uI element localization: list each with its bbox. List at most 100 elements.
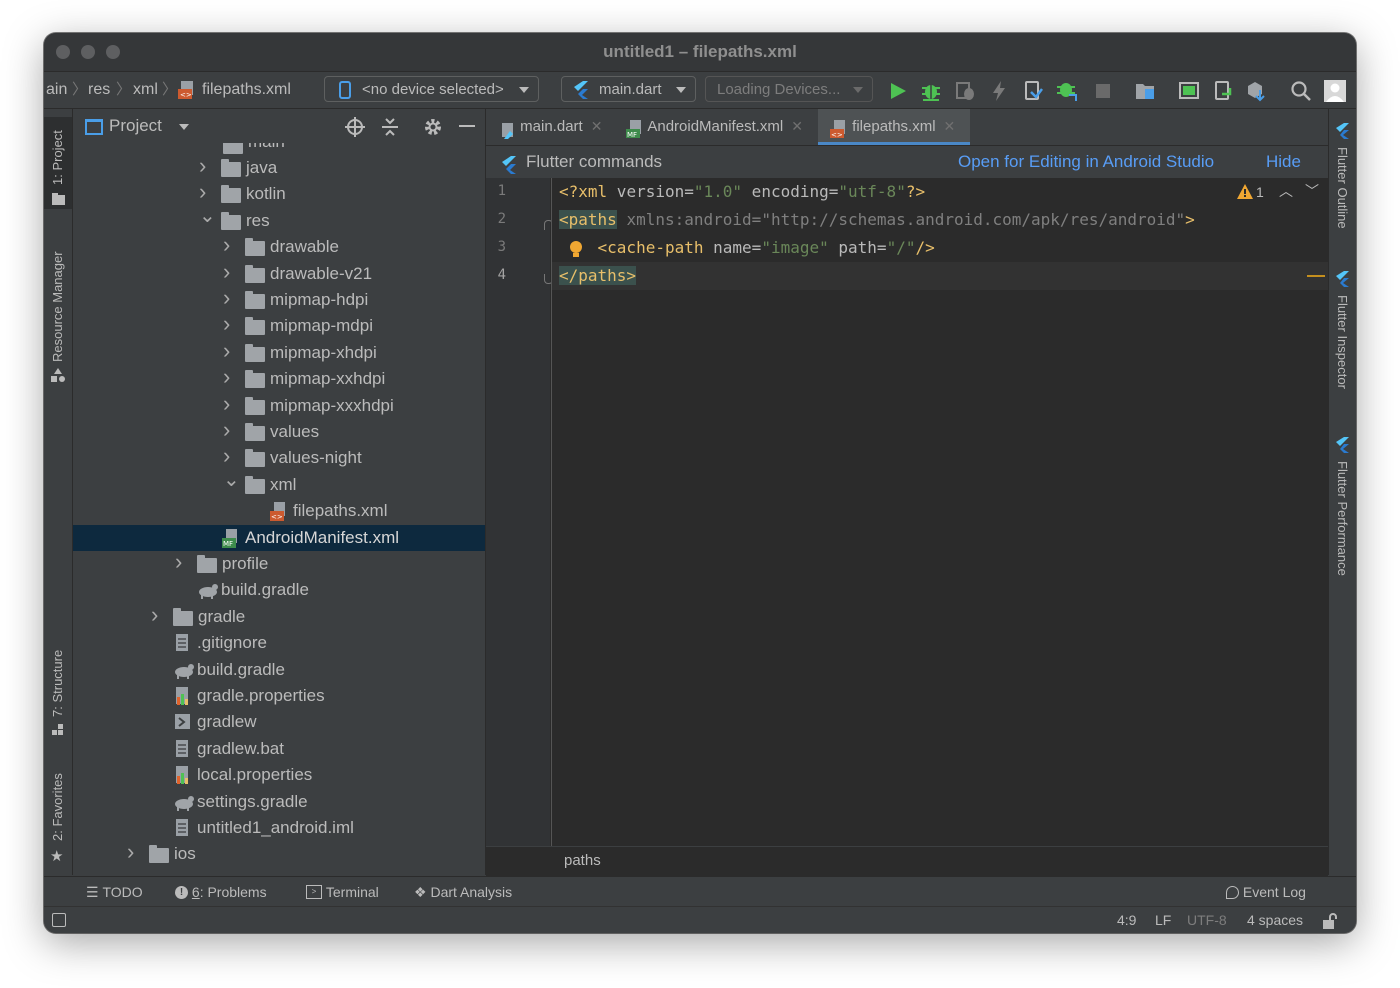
todo-tool-button[interactable]: ☰ TODO xyxy=(86,877,143,907)
hide-panel-icon[interactable] xyxy=(459,125,475,127)
tab-android-manifest[interactable]: MF AndroidManifest.xml ✕ xyxy=(610,109,814,145)
chevron-right-icon[interactable]: › xyxy=(223,391,230,417)
line-separator[interactable]: LF xyxy=(1155,907,1171,933)
tree-item[interactable]: untitled1_android.iml xyxy=(73,815,485,841)
chevron-right-icon[interactable]: › xyxy=(223,443,230,469)
tree-item[interactable]: MF AndroidManifest.xml xyxy=(73,524,485,551)
tree-item[interactable]: gradlew.bat xyxy=(73,736,485,762)
event-log-tool-button[interactable]: Event Log xyxy=(1226,877,1306,907)
problems-tool-button[interactable]: ! 6: Problems xyxy=(175,877,267,907)
editor-breadcrumb[interactable]: paths xyxy=(564,847,601,875)
favorites-tool-tab[interactable]: ★ 2: Favorites xyxy=(44,759,72,865)
tree-item[interactable]: › values xyxy=(73,417,485,445)
flutter-inspector-tool-tab[interactable]: Flutter Inspector xyxy=(1329,265,1356,415)
attach-debugger-icon[interactable] xyxy=(954,80,976,102)
tree-item[interactable]: › drawable xyxy=(73,232,485,260)
warning-stripe-marker[interactable] xyxy=(1307,275,1325,277)
tree-item[interactable]: ⌄ xml xyxy=(73,469,485,498)
gradle-sync-icon[interactable] xyxy=(1056,80,1078,102)
breadcrumb-item[interactable]: xml xyxy=(133,72,158,108)
gear-icon[interactable] xyxy=(423,117,443,142)
chevron-right-icon[interactable]: › xyxy=(223,259,230,285)
chevron-down-icon[interactable]: ⌄ xyxy=(223,467,240,493)
run-icon[interactable] xyxy=(887,80,909,102)
breadcrumb-item[interactable]: res xyxy=(88,72,110,108)
run-configuration-selector[interactable]: main.dart xyxy=(561,76,696,102)
device-selector[interactable]: <no device selected> xyxy=(324,76,539,102)
search-icon[interactable] xyxy=(1290,80,1312,102)
tree-item[interactable]: › drawable-v21 xyxy=(73,259,485,287)
debug-icon[interactable] xyxy=(920,80,942,102)
sdk-manager-icon[interactable] xyxy=(1246,80,1268,102)
unlock-icon[interactable] xyxy=(1322,913,1338,933)
close-tab-icon[interactable]: ✕ xyxy=(944,118,956,134)
flutter-outline-tool-tab[interactable]: Flutter Outline xyxy=(1329,117,1356,247)
tree-item-partial[interactable]: main xyxy=(73,143,485,155)
tree-item[interactable]: <> filepaths.xml xyxy=(73,498,485,524)
tree-item[interactable]: › profile xyxy=(73,549,485,577)
chevron-right-icon[interactable]: › xyxy=(127,839,134,865)
chevron-right-icon[interactable]: › xyxy=(223,338,230,364)
tree-item[interactable]: gradlew xyxy=(73,709,485,735)
project-tool-tab[interactable]: 1: Project xyxy=(44,117,72,209)
chevron-right-icon[interactable]: › xyxy=(223,364,230,390)
user-avatar-icon[interactable] xyxy=(1324,80,1346,102)
chevron-right-icon[interactable]: › xyxy=(223,232,230,258)
tree-item[interactable]: ⌄ res xyxy=(73,205,485,234)
stop-icon[interactable] xyxy=(1092,80,1114,102)
tree-item[interactable]: › kotlin xyxy=(73,179,485,207)
close-tab-icon[interactable]: ✕ xyxy=(791,118,803,134)
tree-item[interactable]: › mipmap-xhdpi xyxy=(73,338,485,366)
hide-banner-link[interactable]: Hide xyxy=(1266,146,1301,178)
device-manager-icon[interactable] xyxy=(1212,80,1234,102)
warning-icon[interactable] xyxy=(1237,184,1253,204)
hot-reload-icon[interactable] xyxy=(988,80,1010,102)
structure-tool-tab[interactable]: 7: Structure xyxy=(44,629,72,739)
code-editor[interactable]: <?xml version="1.0" encoding="utf-8"?> <… xyxy=(551,178,1328,846)
tree-item[interactable]: › java xyxy=(73,153,485,181)
chevron-down-icon[interactable]: ⌄ xyxy=(199,203,216,229)
tree-item[interactable]: › mipmap-hdpi xyxy=(73,285,485,313)
tree-item[interactable]: local.properties xyxy=(73,762,485,788)
flutter-performance-tool-tab[interactable]: Flutter Performance xyxy=(1329,431,1356,601)
tab-main-dart[interactable]: main.dart ✕ xyxy=(486,109,610,145)
close-tab-icon[interactable]: ✕ xyxy=(591,118,603,134)
tree-item[interactable]: › ios xyxy=(73,839,485,867)
locate-file-icon[interactable] xyxy=(345,117,365,142)
dart-analysis-tool-button[interactable]: ❖ Dart Analysis xyxy=(414,877,512,907)
loading-devices-selector[interactable]: Loading Devices... xyxy=(705,76,873,102)
previous-highlight-icon[interactable]: ︿ xyxy=(1279,181,1293,201)
tree-item[interactable]: › mipmap-mdpi xyxy=(73,311,485,339)
tree-item[interactable]: › values-night xyxy=(73,443,485,471)
tree-item[interactable]: › gradle xyxy=(73,602,485,630)
project-structure-icon[interactable] xyxy=(1134,80,1156,102)
toggle-tool-windows-icon[interactable] xyxy=(52,913,66,927)
chevron-right-icon[interactable]: › xyxy=(223,311,230,337)
open-in-android-studio-link[interactable]: Open for Editing in Android Studio xyxy=(958,146,1214,178)
chevron-right-icon[interactable]: › xyxy=(151,602,158,628)
tree-item[interactable]: build.gradle xyxy=(73,577,485,603)
indent-setting[interactable]: 4 spaces xyxy=(1247,907,1303,933)
tab-filepaths-xml[interactable]: <> filepaths.xml ✕ xyxy=(818,109,970,145)
project-view-selector[interactable]: Project xyxy=(109,109,162,143)
chevron-right-icon[interactable]: › xyxy=(199,179,206,205)
hot-restart-icon[interactable] xyxy=(1022,80,1044,102)
chevron-down-icon[interactable] xyxy=(179,124,189,130)
chevron-right-icon[interactable]: › xyxy=(199,153,206,179)
chevron-right-icon[interactable]: › xyxy=(223,285,230,311)
breadcrumb-item[interactable]: ain xyxy=(46,72,67,108)
tree-item[interactable]: › mipmap-xxhdpi xyxy=(73,364,485,392)
tree-item[interactable]: gradle.properties xyxy=(73,683,485,709)
breadcrumb-item[interactable]: filepaths.xml xyxy=(202,72,291,108)
tree-item[interactable]: build.gradle xyxy=(73,657,485,683)
next-highlight-icon[interactable]: ﹀ xyxy=(1305,181,1319,201)
file-encoding[interactable]: UTF-8 xyxy=(1187,907,1227,933)
chevron-right-icon[interactable]: › xyxy=(223,417,230,443)
terminal-tool-button[interactable]: > Terminal xyxy=(306,877,379,907)
resource-manager-tool-tab[interactable]: Resource Manager xyxy=(44,234,72,384)
tree-item[interactable]: .gitignore xyxy=(73,630,485,656)
caret-position[interactable]: 4:9 xyxy=(1117,907,1136,933)
tree-item[interactable]: settings.gradle xyxy=(73,789,485,815)
avd-manager-icon[interactable] xyxy=(1178,80,1200,102)
tree-item[interactable]: › mipmap-xxxhdpi xyxy=(73,391,485,419)
